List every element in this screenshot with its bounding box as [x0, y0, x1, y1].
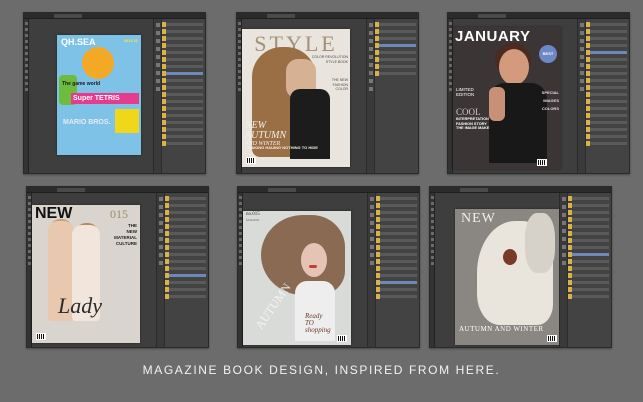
cover-headline: AUTUMN AND WINTER — [459, 325, 544, 333]
cover-photo — [499, 49, 529, 85]
editor-screenshot-1: QH.SEA 2013.11 The game world Super TETR… — [23, 12, 206, 174]
canvas-area: JANUARY BEST LIMITED EDITION COOL INTERP… — [453, 19, 577, 173]
canvas-area: QH.SEA 2013.11 The game world Super TETR… — [29, 19, 153, 173]
cover-art — [82, 47, 114, 79]
cover-photo — [525, 213, 555, 273]
barcode — [337, 335, 347, 342]
layers-panel — [367, 193, 419, 347]
barcode — [547, 335, 557, 342]
layers-panel — [366, 19, 418, 173]
promo-caption: MAGAZINE BOOK DESIGN, INSPIRED FROM HERE… — [142, 363, 501, 377]
cover-side-text: THE NEW MATERIAL CULTURE — [114, 223, 137, 246]
layers-panel — [156, 193, 208, 347]
selected-layer[interactable] — [162, 71, 203, 76]
cover-masthead: NEW — [35, 205, 73, 222]
cover-number: no.015 — [246, 212, 260, 217]
editor-screenshot-6: NEW AUTUMN AND WINTER — [429, 186, 612, 348]
selected-layer[interactable] — [586, 50, 627, 55]
cover-subline: MAKING HAUING NOTHING TO HIDE — [248, 145, 318, 150]
cover-photo — [301, 243, 327, 277]
selected-layer[interactable] — [165, 273, 206, 278]
selected-layer[interactable] — [568, 252, 609, 257]
magazine-cover: JANUARY BEST LIMITED EDITION COOL INTERP… — [453, 27, 561, 169]
cover-number: 015 — [110, 207, 128, 221]
cover-masthead: QH.SEA — [61, 37, 96, 47]
cover-masthead: NEW — [461, 211, 496, 226]
barcode — [246, 157, 256, 164]
canvas-area: STYLE COLOR REVOLUTION STYLE BOOK THE NE… — [242, 19, 366, 173]
cover-diagonal-text: AUTUMN — [252, 280, 294, 332]
cover-line: MARIO BROS. — [63, 119, 111, 126]
cover-masthead: JANUARY — [455, 28, 531, 45]
cover-script: Ready TO shopping — [305, 312, 331, 334]
editor-screenshot-5: no.015 FASHION AUTUMN Ready TO shopping — [237, 186, 420, 348]
cover-line: Super TETRIS — [73, 95, 120, 102]
cover-art — [115, 109, 139, 133]
editor-screenshot-4: NEW 015 THE NEW MATERIAL CULTURE Lady — [26, 186, 209, 348]
selected-layer[interactable] — [375, 43, 416, 48]
layers-panel — [153, 19, 205, 173]
cover-date: 2013.11 — [123, 38, 138, 43]
cover-photo — [503, 249, 517, 265]
magazine-cover: NEW AUTUMN AND WINTER — [455, 209, 561, 345]
cover-interpretation: INTERPRETATION FASHION STORY THE IMAGE M… — [456, 117, 490, 130]
cover-photo — [309, 265, 317, 268]
editor-screenshot-3: JANUARY BEST LIMITED EDITION COOL INTERP… — [447, 12, 630, 174]
magazine-cover: NEW 015 THE NEW MATERIAL CULTURE Lady — [32, 205, 140, 343]
magazine-cover: STYLE COLOR REVOLUTION STYLE BOOK THE NE… — [242, 29, 350, 167]
canvas-area: NEW 015 THE NEW MATERIAL CULTURE Lady — [32, 193, 156, 347]
barcode — [537, 159, 547, 166]
editor-screenshot-2: STYLE COLOR REVOLUTION STYLE BOOK THE NE… — [236, 12, 419, 174]
cover-side-text: COLOR REVOLUTION STYLE BOOK THE NEW FASH… — [311, 55, 348, 91]
cover-headline: NEW AUTUMN AND WINTER — [245, 120, 287, 148]
layers-panel — [559, 193, 611, 347]
cover-sub: FASHION — [246, 218, 260, 222]
cover-line: The game world — [62, 81, 101, 87]
cover-cool: COOL — [456, 107, 481, 117]
cover-right-items: SPECIAL IMAGES COLORS — [541, 90, 559, 111]
canvas-area: no.015 FASHION AUTUMN Ready TO shopping — [243, 193, 367, 347]
magazine-cover: no.015 FASHION AUTUMN Ready TO shopping — [243, 211, 351, 345]
selected-layer[interactable] — [376, 280, 417, 285]
cover-limited: LIMITED EDITION — [456, 87, 475, 97]
magazine-cover: QH.SEA 2013.11 The game world Super TETR… — [57, 35, 141, 155]
cover-script: Lady — [58, 293, 102, 318]
cover-photo — [489, 87, 505, 121]
layers-panel — [577, 19, 629, 173]
barcode — [36, 333, 46, 340]
cover-badge: BEST — [539, 45, 557, 63]
canvas-area: NEW AUTUMN AND WINTER — [435, 193, 561, 347]
